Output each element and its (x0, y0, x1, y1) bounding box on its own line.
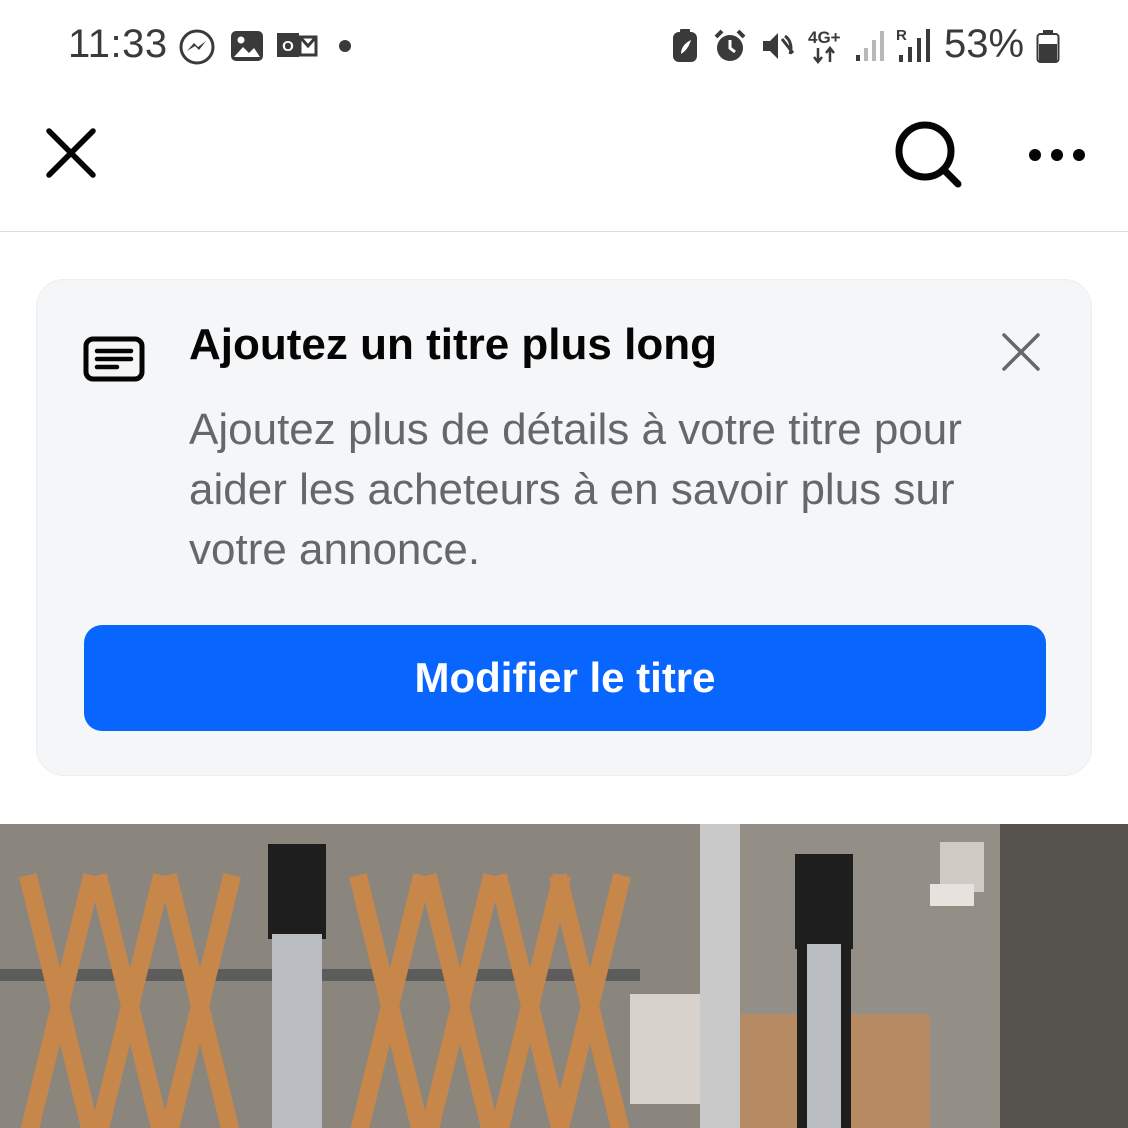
battery-saver-icon (671, 28, 699, 69)
card-title: Ajoutez un titre plus long (189, 320, 717, 369)
longer-title-tip-card: Ajoutez un titre plus long Ajoutez plus … (36, 279, 1092, 776)
status-time: 11:33 (68, 22, 168, 66)
messenger-icon (178, 28, 216, 71)
mute-icon (760, 28, 796, 69)
close-icon (1002, 333, 1040, 371)
listing-text-icon (83, 336, 145, 387)
battery-percent: 53% (944, 22, 1025, 66)
status-bar: 11:33 O 4G+ R 53% (0, 0, 1128, 92)
listing-photo[interactable] (0, 824, 1128, 1128)
dismiss-card-button[interactable] (999, 330, 1043, 374)
card-description: Ajoutez plus de détails à votre titre po… (189, 405, 962, 574)
gallery-icon (229, 28, 265, 69)
svg-text:O: O (282, 38, 294, 55)
close-button[interactable] (38, 120, 104, 186)
svg-text:R: R (896, 27, 907, 44)
notification-dot-icon (338, 39, 352, 58)
more-options-icon (1029, 149, 1085, 161)
battery-icon (1036, 30, 1060, 69)
close-icon (46, 128, 96, 178)
top-nav-bar (0, 92, 1128, 232)
outlook-icon: O (276, 28, 318, 67)
network-4g-icon: 4G+ (806, 26, 848, 71)
listing-photo-image (0, 824, 1128, 1128)
more-options-button[interactable] (1022, 128, 1092, 182)
search-button[interactable] (888, 114, 968, 194)
roaming-signal-icon: R (895, 26, 935, 69)
edit-title-button[interactable]: Modifier le titre (84, 625, 1046, 731)
search-icon (895, 121, 962, 188)
signal-icon (855, 28, 887, 67)
alarm-icon (712, 28, 748, 69)
network-type-label: 4G+ (808, 28, 841, 47)
